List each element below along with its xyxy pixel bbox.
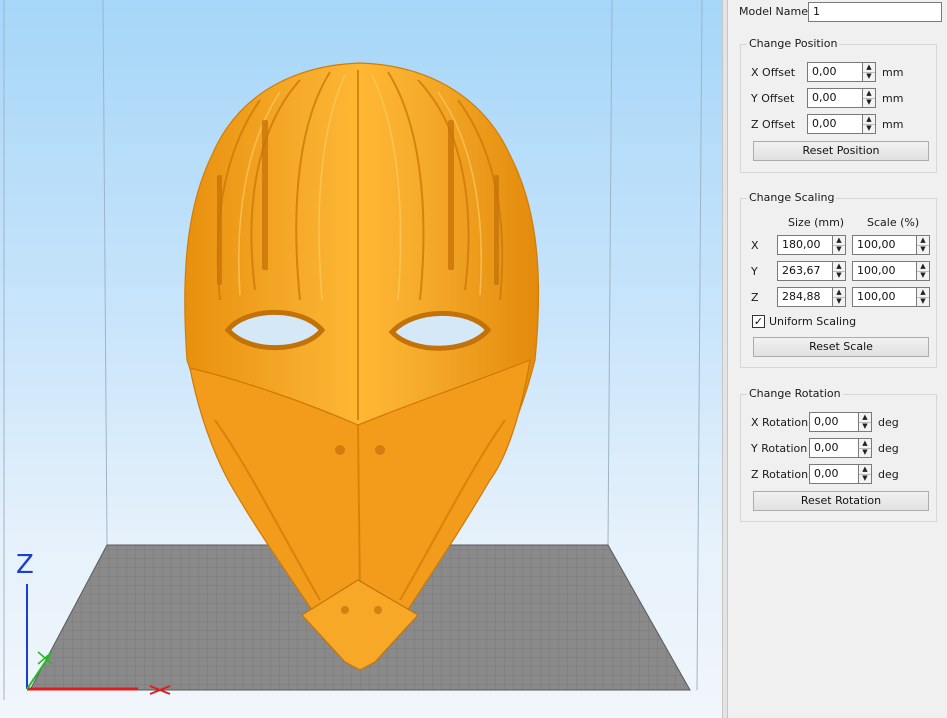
scale-y-input[interactable]: 100,00 (852, 261, 916, 281)
uniform-scaling-label[interactable]: Uniform Scaling (769, 315, 856, 329)
spin-down-icon[interactable]: ▼ (917, 298, 929, 307)
spin-up-icon[interactable]: ▲ (859, 439, 871, 449)
z-rotation-unit: deg (878, 468, 899, 481)
size-z-input[interactable]: 284,88 (777, 287, 832, 307)
position-group-title: Change Position (747, 37, 840, 51)
spin-up-icon[interactable]: ▲ (917, 236, 929, 246)
spin-up-icon[interactable]: ▲ (833, 288, 845, 298)
scale-header: Scale (%) (867, 216, 920, 229)
spin-up-icon[interactable]: ▲ (917, 288, 929, 298)
spin-down-icon[interactable]: ▼ (863, 99, 875, 108)
y-offset-unit: mm (882, 92, 904, 105)
scale-y-spinbox[interactable]: 100,00 ▲ ▼ (852, 261, 930, 281)
scale-row-z-label: Z (751, 291, 759, 304)
scale-x-spinbox[interactable]: 100,00 ▲ ▼ (852, 235, 930, 255)
scale-row-x-label: X (751, 239, 759, 252)
reset-position-button[interactable]: Reset Position (753, 141, 929, 161)
3d-viewport[interactable]: Z (0, 0, 722, 718)
x-offset-input[interactable]: 0,00 (807, 62, 862, 82)
uniform-scaling-checkbox[interactable]: ✓ (752, 315, 765, 328)
y-rotation-label: Y Rotation (751, 442, 808, 455)
spin-down-icon[interactable]: ▼ (859, 423, 871, 432)
scale-z-spinbox[interactable]: 100,00 ▲ ▼ (852, 287, 930, 307)
scale-x-input[interactable]: 100,00 (852, 235, 916, 255)
z-offset-spinbox[interactable]: 0,00 ▲ ▼ (807, 114, 876, 134)
size-x-spinbox[interactable]: 180,00 ▲ ▼ (777, 235, 846, 255)
z-rotation-spinbox[interactable]: 0,00 ▲ ▼ (809, 464, 872, 484)
spin-up-icon[interactable]: ▲ (917, 262, 929, 272)
z-rotation-input[interactable]: 0,00 (809, 464, 858, 484)
y-rotation-unit: deg (878, 442, 899, 455)
right-eye (388, 310, 492, 351)
spin-down-icon[interactable]: ▼ (859, 475, 871, 484)
spin-up-icon[interactable]: ▲ (863, 89, 875, 99)
x-offset-unit: mm (882, 66, 904, 79)
size-y-input[interactable]: 263,67 (777, 261, 832, 281)
x-rotation-input[interactable]: 0,00 (809, 412, 858, 432)
y-offset-label: Y Offset (751, 92, 795, 105)
y-rotation-input[interactable]: 0,00 (809, 438, 858, 458)
spin-up-icon[interactable]: ▲ (863, 115, 875, 125)
rotation-group-title: Change Rotation (747, 387, 843, 401)
left-eye (224, 309, 326, 351)
z-offset-input[interactable]: 0,00 (807, 114, 862, 134)
scale-z-input[interactable]: 100,00 (852, 287, 916, 307)
y-offset-input[interactable]: 0,00 (807, 88, 862, 108)
scene-svg: Z (3, 0, 703, 700)
spin-down-icon[interactable]: ▼ (833, 298, 845, 307)
x-rotation-label: X Rotation (751, 416, 809, 429)
spin-down-icon[interactable]: ▼ (859, 449, 871, 458)
spin-up-icon[interactable]: ▲ (833, 262, 845, 272)
size-y-spinbox[interactable]: 263,67 ▲ ▼ (777, 261, 846, 281)
axis-z-label: Z (16, 550, 34, 580)
spin-down-icon[interactable]: ▼ (863, 125, 875, 134)
spin-down-icon[interactable]: ▼ (917, 272, 929, 281)
y-offset-spinbox[interactable]: 0,00 ▲ ▼ (807, 88, 876, 108)
reset-rotation-button[interactable]: Reset Rotation (753, 491, 929, 511)
spin-down-icon[interactable]: ▼ (833, 272, 845, 281)
reset-scale-button[interactable]: Reset Scale (753, 337, 929, 357)
z-rotation-label: Z Rotation (751, 468, 809, 481)
x-offset-label: X Offset (751, 66, 796, 79)
z-offset-label: Z Offset (751, 118, 796, 131)
scaling-group-title: Change Scaling (747, 191, 837, 205)
size-z-spinbox[interactable]: 284,88 ▲ ▼ (777, 287, 846, 307)
spin-up-icon[interactable]: ▲ (863, 63, 875, 73)
y-rotation-spinbox[interactable]: 0,00 ▲ ▼ (809, 438, 872, 458)
spin-up-icon[interactable]: ▲ (833, 236, 845, 246)
x-offset-spinbox[interactable]: 0,00 ▲ ▼ (807, 62, 876, 82)
model-name-label: Model Name: (739, 5, 812, 18)
spin-down-icon[interactable]: ▼ (833, 246, 845, 255)
spin-up-icon[interactable]: ▲ (859, 413, 871, 423)
properties-panel: Model Name: 1 Change Position X Offset 0… (728, 0, 947, 718)
size-header: Size (mm) (788, 216, 845, 229)
x-rotation-spinbox[interactable]: 0,00 ▲ ▼ (809, 412, 872, 432)
scale-row-y-label: Y (751, 265, 758, 278)
spin-up-icon[interactable]: ▲ (859, 465, 871, 475)
spin-down-icon[interactable]: ▼ (917, 246, 929, 255)
size-x-input[interactable]: 180,00 (777, 235, 832, 255)
z-offset-unit: mm (882, 118, 904, 131)
spin-down-icon[interactable]: ▼ (863, 73, 875, 82)
x-rotation-unit: deg (878, 416, 899, 429)
model-name-field[interactable]: 1 (808, 2, 942, 22)
